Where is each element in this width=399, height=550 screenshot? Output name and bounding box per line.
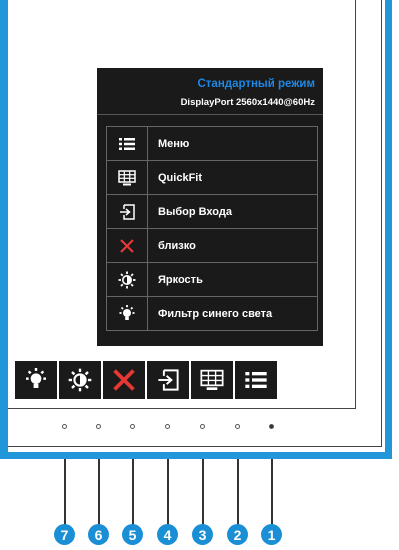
callout-leader bbox=[202, 459, 204, 525]
physical-button-7[interactable] bbox=[62, 424, 67, 429]
input-select-icon bbox=[158, 369, 179, 391]
osd-item-label: QuickFit bbox=[158, 171, 203, 184]
hotkey-bar bbox=[15, 361, 325, 399]
physical-button-6[interactable] bbox=[96, 424, 101, 429]
osd-item-label: Меню bbox=[158, 137, 190, 150]
menu-list-icon bbox=[107, 127, 148, 160]
physical-button-2[interactable] bbox=[235, 424, 240, 429]
key-blue-light-filter[interactable] bbox=[15, 361, 57, 399]
callout-number: 2 bbox=[227, 524, 248, 545]
quickfit-grid-icon bbox=[200, 369, 224, 390]
monitor-frame-bottom bbox=[8, 446, 382, 447]
osd-item-label: Фильтр синего света bbox=[158, 307, 273, 320]
callout-number: 6 bbox=[88, 524, 109, 545]
callout-leader bbox=[271, 459, 273, 525]
callout-leader bbox=[237, 459, 239, 525]
callout-leader bbox=[167, 459, 169, 525]
osd-input-info: DisplayPort 2560x1440@60Hz bbox=[180, 97, 315, 108]
callout-number: 5 bbox=[122, 524, 143, 545]
key-quickfit[interactable] bbox=[191, 361, 233, 399]
physical-button-1-power[interactable] bbox=[269, 424, 274, 429]
callout-number: 4 bbox=[157, 524, 178, 545]
callout-number: 1 bbox=[261, 524, 282, 545]
osd-item-quickfit[interactable]: QuickFit bbox=[107, 161, 317, 195]
osd-menu: Меню QuickFit Выбор Входа близко Яркость… bbox=[106, 126, 318, 331]
quickfit-grid-icon bbox=[107, 161, 148, 194]
callout-leader bbox=[64, 459, 66, 525]
close-x-icon bbox=[113, 369, 135, 391]
menu-list-icon bbox=[245, 372, 267, 388]
brightness-sun-icon bbox=[68, 368, 92, 392]
osd-item-menu[interactable]: Меню bbox=[107, 127, 317, 161]
input-select-icon bbox=[107, 195, 148, 228]
callout-leader bbox=[132, 459, 134, 525]
key-input-select[interactable] bbox=[147, 361, 189, 399]
key-brightness[interactable] bbox=[59, 361, 101, 399]
osd-panel: Стандартный режим DisplayPort 2560x1440@… bbox=[97, 68, 323, 346]
callout-leader bbox=[98, 459, 100, 525]
osd-item-label: близко bbox=[158, 239, 196, 252]
key-menu[interactable] bbox=[235, 361, 277, 399]
close-x-icon bbox=[107, 229, 148, 262]
callout-number: 7 bbox=[54, 524, 75, 545]
monitor-frame-edge bbox=[381, 0, 382, 446]
blue-light-filter-icon bbox=[107, 297, 148, 330]
key-close[interactable] bbox=[103, 361, 145, 399]
osd-item-blue-light-filter[interactable]: Фильтр синего света bbox=[107, 297, 317, 330]
brightness-sun-icon bbox=[107, 263, 148, 296]
physical-button-5[interactable] bbox=[130, 424, 135, 429]
physical-button-3[interactable] bbox=[200, 424, 205, 429]
osd-item-brightness[interactable]: Яркость bbox=[107, 263, 317, 297]
osd-mode-title: Стандартный режим bbox=[197, 78, 315, 90]
osd-item-close[interactable]: близко bbox=[107, 229, 317, 263]
osd-item-label: Яркость bbox=[158, 273, 203, 286]
physical-button-4[interactable] bbox=[165, 424, 170, 429]
osd-divider bbox=[97, 114, 323, 115]
callout-number: 3 bbox=[192, 524, 213, 545]
osd-item-input-select[interactable]: Выбор Входа bbox=[107, 195, 317, 229]
blue-light-filter-icon bbox=[26, 368, 46, 388]
osd-item-label: Выбор Входа bbox=[158, 205, 232, 218]
